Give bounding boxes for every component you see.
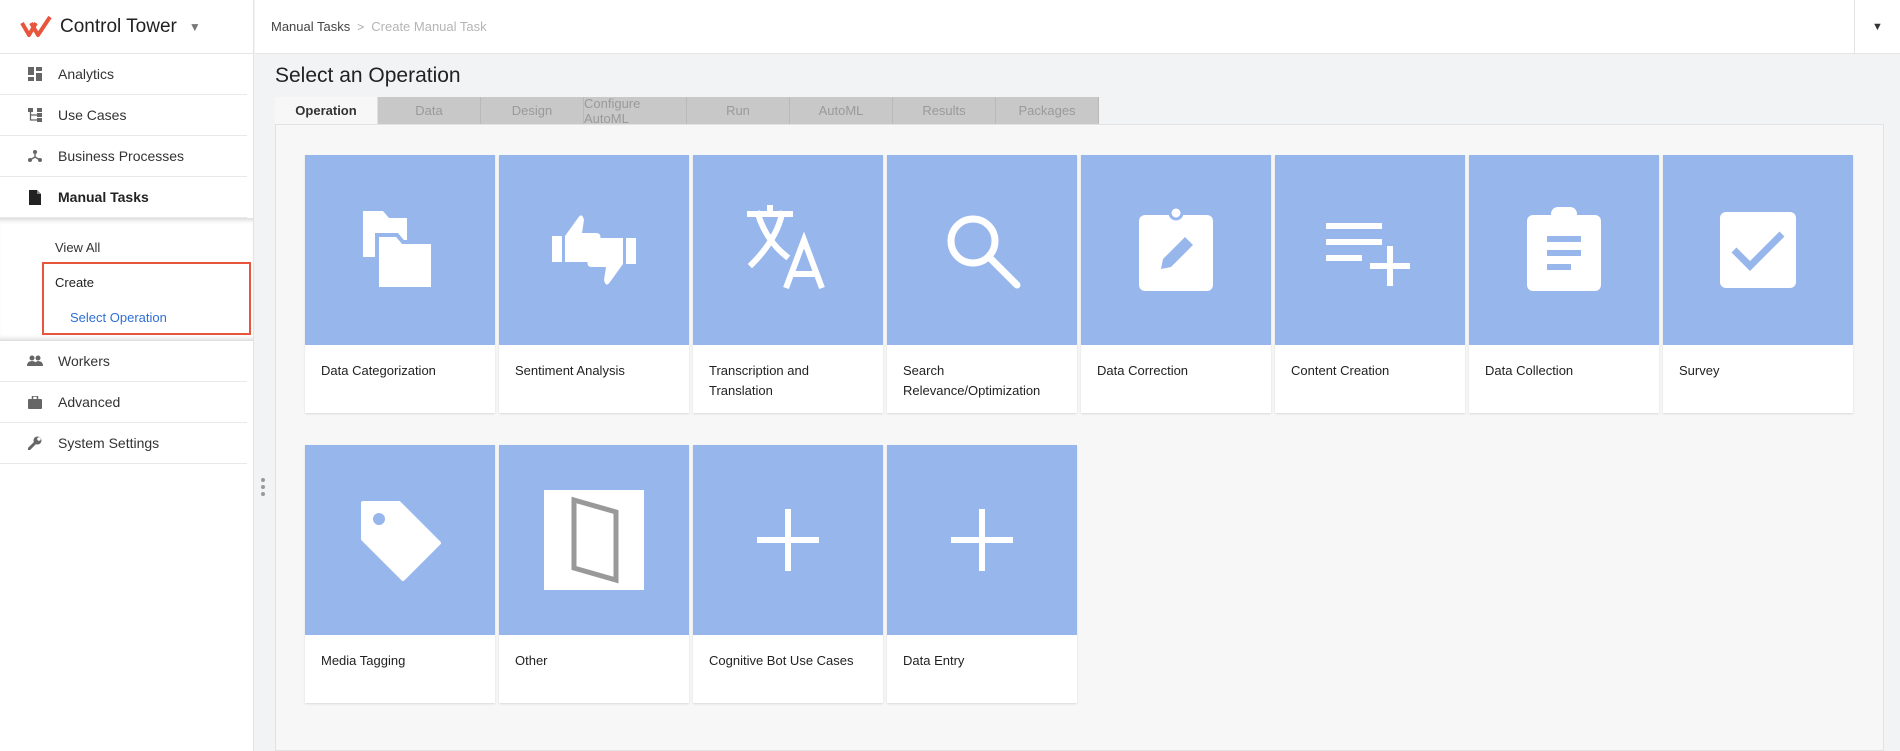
- sidebar-item-label: System Settings: [58, 435, 160, 451]
- chevron-down-icon[interactable]: ▼: [189, 20, 201, 34]
- tab-run[interactable]: Run: [687, 97, 790, 124]
- card-label: Data Entry: [903, 653, 965, 668]
- operations-panel: Data Categorization Sentiment Analysis T…: [275, 124, 1884, 751]
- card-label: Content Creation: [1291, 363, 1390, 378]
- breadcrumb-separator: >: [357, 19, 365, 34]
- tag-icon: [361, 501, 441, 581]
- sidebar-item-analytics[interactable]: Analytics: [0, 54, 247, 95]
- clipboard-list-icon: [1527, 207, 1601, 291]
- card-image: [499, 445, 689, 635]
- wrench-icon: [27, 435, 43, 451]
- operation-card-data-entry[interactable]: Data Entry: [887, 445, 1077, 703]
- translate-icon: [747, 205, 825, 290]
- sidebar-item-manual-tasks[interactable]: Manual Tasks: [0, 177, 247, 218]
- checkbox-icon: [1720, 212, 1796, 288]
- card-image: [499, 155, 689, 345]
- operation-card-data-correction[interactable]: Data Correction: [1081, 155, 1271, 413]
- logo-icon: [20, 15, 52, 37]
- submenu-select-operation[interactable]: Select Operation: [70, 310, 167, 325]
- sidebar-item-label: Analytics: [58, 66, 115, 82]
- operation-card-content-creation[interactable]: Content Creation: [1275, 155, 1465, 413]
- frame-icon: [544, 490, 644, 590]
- operation-card-data-collection[interactable]: Data Collection: [1469, 155, 1659, 413]
- tab-operation[interactable]: Operation: [275, 97, 378, 124]
- operation-card-search-relevance[interactable]: Search Relevance/Optimization: [887, 155, 1077, 413]
- operation-card-other[interactable]: Other: [499, 445, 689, 703]
- people-icon: [27, 353, 43, 369]
- card-label: Other: [515, 653, 548, 668]
- card-label: Survey: [1679, 363, 1720, 378]
- manual-tasks-submenu: View All Create Select Operation: [0, 218, 253, 341]
- operation-card-media-tagging[interactable]: Media Tagging: [305, 445, 495, 703]
- page-title: Select an Operation: [275, 64, 461, 87]
- search-icon: [947, 215, 1021, 289]
- card-image: [305, 445, 495, 635]
- clipboard-edit-icon: [1139, 205, 1213, 291]
- wizard-tabs: Operation Data Design Configure AutoML R…: [275, 96, 1099, 126]
- operation-card-cognitive-bot[interactable]: Cognitive Bot Use Cases: [693, 445, 883, 703]
- card-image: [693, 155, 883, 345]
- card-label: Media Tagging: [321, 653, 406, 668]
- plus-icon: [757, 509, 819, 571]
- sidebar-item-label: Advanced: [58, 394, 121, 410]
- tab-configure-automl[interactable]: Configure AutoML: [584, 96, 687, 126]
- tab-packages[interactable]: Packages: [996, 97, 1099, 124]
- card-label: Transcription and Translation: [709, 363, 809, 398]
- sidebar-item-label: Business Processes: [58, 148, 185, 164]
- topbar: Manual Tasks > Create Manual Task ▼: [255, 0, 1900, 54]
- plus-icon: [951, 509, 1013, 571]
- operation-card-sentiment-analysis[interactable]: Sentiment Analysis: [499, 155, 689, 413]
- sidebar-resize-handle[interactable]: [260, 478, 266, 496]
- card-image: [887, 155, 1077, 345]
- user-menu-dropdown[interactable]: ▼: [1854, 0, 1900, 54]
- card-label: Data Collection: [1485, 363, 1574, 378]
- operation-card-transcription-translation[interactable]: Transcription and Translation: [693, 155, 883, 413]
- submenu-view-all[interactable]: View All: [55, 240, 100, 255]
- card-image: [1663, 155, 1853, 345]
- playlist-add-icon: [1326, 223, 1410, 286]
- app-brand[interactable]: Control Tower ▼: [0, 0, 253, 54]
- sidebar-item-label: Manual Tasks: [58, 189, 149, 205]
- tab-results[interactable]: Results: [893, 97, 996, 124]
- sidebar-item-advanced[interactable]: Advanced: [0, 382, 247, 423]
- card-image: [1081, 155, 1271, 345]
- card-label: Data Categorization: [321, 363, 436, 378]
- document-icon: [27, 189, 43, 205]
- sidebar: Control Tower ▼ Analytics Use Cases Busi…: [0, 0, 254, 751]
- card-label: Data Correction: [1097, 363, 1189, 378]
- breadcrumb-manual-tasks[interactable]: Manual Tasks: [271, 19, 350, 34]
- tab-design[interactable]: Design: [481, 97, 584, 124]
- breadcrumb: Manual Tasks > Create Manual Task: [271, 19, 487, 34]
- process-icon: [27, 148, 43, 164]
- operation-card-data-categorization[interactable]: Data Categorization: [305, 155, 495, 413]
- card-label: Sentiment Analysis: [515, 363, 625, 378]
- submenu-create[interactable]: Create: [55, 275, 94, 290]
- card-image: [305, 155, 495, 345]
- caret-down-icon: ▼: [1872, 21, 1883, 33]
- sidebar-item-business-processes[interactable]: Business Processes: [0, 136, 247, 177]
- breadcrumb-create-manual-task: Create Manual Task: [371, 19, 487, 34]
- tab-data[interactable]: Data: [378, 97, 481, 124]
- operation-card-survey[interactable]: Survey: [1663, 155, 1853, 413]
- card-image: [1275, 155, 1465, 345]
- folders-icon: [363, 211, 435, 291]
- tab-automl[interactable]: AutoML: [790, 97, 893, 124]
- dashboard-icon: [27, 66, 43, 82]
- card-image: [1469, 155, 1659, 345]
- sidebar-item-label: Workers: [58, 353, 110, 369]
- sidebar-item-workers[interactable]: Workers: [0, 341, 247, 382]
- sidebar-item-label: Use Cases: [58, 107, 127, 123]
- card-label: Cognitive Bot Use Cases: [709, 653, 854, 668]
- app-title: Control Tower: [60, 15, 177, 37]
- card-image: [693, 445, 883, 635]
- card-label: Search Relevance/Optimization: [903, 363, 1041, 398]
- card-image: [887, 445, 1077, 635]
- sidebar-item-use-cases[interactable]: Use Cases: [0, 95, 247, 136]
- thumbs-icon: [552, 215, 636, 285]
- briefcase-icon: [27, 394, 43, 410]
- sidebar-item-system-settings[interactable]: System Settings: [0, 423, 247, 464]
- hierarchy-icon: [27, 107, 43, 123]
